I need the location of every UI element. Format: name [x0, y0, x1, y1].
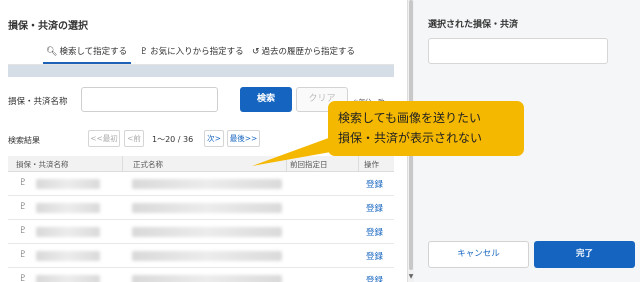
table-row: ♇ 登録 [8, 221, 394, 244]
register-link[interactable]: 登録 [366, 202, 383, 214]
tab-favorites-label: お気に入りから指定する [150, 47, 244, 57]
pager-prev-button[interactable]: <前 [124, 130, 144, 147]
pin-icon[interactable]: ♇ [19, 226, 27, 236]
panel-title: 損保・共済の選択 [8, 21, 88, 32]
blurred-name [36, 227, 100, 237]
blurred-name [36, 275, 100, 282]
pager-next-button[interactable]: 次> [204, 130, 224, 147]
column-divider [122, 156, 123, 172]
column-header-official-name: 正式名称 [133, 160, 163, 169]
section-band [8, 65, 394, 77]
tab-favorites[interactable]: ♇ お気に入りから指定する [140, 42, 250, 64]
column-divider [358, 156, 359, 172]
register-link[interactable]: 登録 [366, 178, 383, 190]
column-header-action: 操作 [364, 160, 379, 169]
pin-icon[interactable]: ♇ [19, 178, 27, 188]
tab-history[interactable]: ↺ 過去の履歴から指定する [252, 42, 362, 64]
register-link[interactable]: 登録 [366, 226, 383, 238]
callout-line-1: 検索しても画像を送りたい [338, 111, 482, 125]
name-label: 損保・共済名称 [8, 97, 68, 107]
blurred-official-name [132, 251, 282, 261]
blurred-official-name [132, 179, 282, 189]
search-button[interactable]: 検索 [240, 87, 292, 112]
table-row: ♇ 登録 [8, 197, 394, 220]
results-label: 検索結果 [8, 136, 40, 145]
done-button[interactable]: 完了 [534, 241, 635, 268]
pin-icon[interactable]: ♇ [19, 202, 27, 212]
blurred-official-name [132, 203, 282, 213]
table-row: ♇ 登録 [8, 269, 394, 282]
pager-range: 1～20 / 36 [152, 135, 194, 144]
blurred-official-name [132, 227, 282, 237]
blurred-name [36, 179, 100, 189]
register-link[interactable]: 登録 [366, 250, 383, 262]
selected-field[interactable] [428, 38, 608, 64]
selected-panel-title: 選択された損保・共済 [428, 20, 519, 30]
pin-icon[interactable]: ♇ [19, 250, 27, 260]
name-search-input[interactable] [81, 87, 218, 112]
pin-icon[interactable]: ♇ [19, 274, 27, 282]
table-row: ♇ 登録 [8, 245, 394, 268]
callout-line-2: 損保・共済が表示されない [338, 131, 483, 145]
search-icon: 🔍︎ [46, 47, 58, 57]
history-icon: ↺ [252, 47, 260, 57]
blurred-name [36, 251, 100, 261]
pin-icon: ♇ [140, 47, 149, 57]
annotation-callout: 検索しても画像を送りたい 損保・共済が表示されない [328, 101, 524, 156]
pager-first-button[interactable]: <<最初 [88, 130, 120, 147]
table-row: ♇ 登録 [8, 173, 394, 196]
blurred-official-name [132, 275, 282, 282]
tab-search[interactable]: 🔍︎ 検索して指定する [43, 42, 131, 64]
tab-search-label: 検索して指定する [59, 47, 128, 57]
cancel-button[interactable]: キャンセル [428, 241, 529, 268]
column-header-name: 損保・共済名称 [16, 160, 69, 169]
blurred-name [36, 203, 100, 213]
tab-history-label: 過去の履歴から指定する [261, 47, 356, 57]
register-link[interactable]: 登録 [366, 274, 383, 282]
